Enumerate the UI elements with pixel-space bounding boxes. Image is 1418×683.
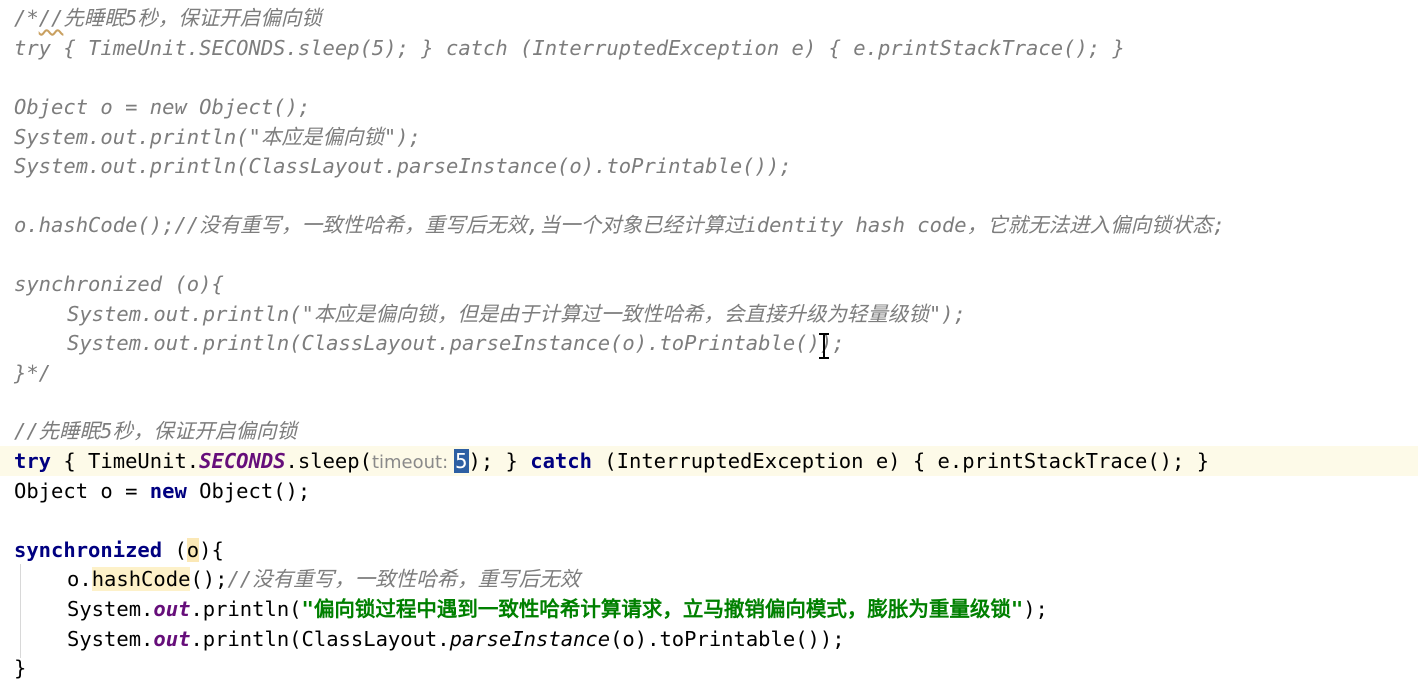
method-hashcode: hashCode — [91, 567, 191, 591]
code-text: (); — [190, 567, 228, 591]
code-text: .sleep( — [285, 449, 372, 473]
code-line-6: System.out.println(ClassLayout.parseInst… — [14, 154, 792, 178]
code-text: Object o = — [14, 479, 150, 503]
field-out: out — [153, 597, 191, 621]
code-line-22: System.out.println(ClassLayout.parseInst… — [67, 624, 845, 654]
code-text: ); } — [468, 449, 531, 473]
code-text: System. — [67, 597, 154, 621]
text-cursor-icon — [818, 332, 830, 360]
code-text: .println(ClassLayout. — [190, 627, 450, 651]
code-line-5: System.out.println("本应是偏向锁"); — [14, 125, 421, 149]
code-text: .println( — [190, 597, 302, 621]
field-out: out — [153, 627, 191, 651]
code-text: { TimeUnit. — [51, 449, 200, 473]
selected-number[interactable]: 5 — [454, 449, 469, 473]
code-line-4: Object o = new Object(); — [14, 95, 311, 119]
string-literal: "偏向锁过程中遇到一致性哈希计算请求，立马撤销偏向模式，膨胀为重量级锁" — [301, 597, 1024, 621]
block-comment-open: /* — [14, 6, 39, 30]
code-line-23: } — [14, 656, 27, 680]
keyword-synchronized: synchronized — [14, 538, 163, 562]
code-text: (o).toPrintable()); — [610, 627, 845, 651]
code-text: ){ — [199, 538, 224, 562]
keyword-catch: catch — [530, 449, 592, 473]
code-line-1: /*//先睡眠5秒，保证开启偏向锁 — [14, 3, 322, 33]
keyword-new: new — [149, 479, 187, 503]
code-line-2: try { TimeUnit.SECONDS.sleep(5); } catch… — [14, 36, 1125, 60]
code-line-19: synchronized (o){ — [14, 535, 224, 565]
code-line-11: System.out.println("本应是偏向锁，但是由于计算过一致性哈希，… — [67, 302, 966, 326]
line-comment-marker: // — [38, 6, 64, 30]
code-line-21: System.out.println("偏向锁过程中遇到一致性哈希计算请求，立马… — [67, 594, 1048, 624]
keyword-try: try — [14, 449, 52, 473]
code-line-13: }*/ — [14, 361, 52, 385]
code-text: System. — [67, 627, 154, 651]
comment-text: 先睡眠5秒，保证开启偏向锁 — [63, 6, 322, 30]
variable-o: o — [67, 567, 80, 591]
code-text: (InterruptedException e) { e.printStackT… — [591, 449, 1210, 473]
variable-o: o — [186, 538, 200, 562]
code-text: . — [79, 567, 92, 591]
code-text: ( — [162, 538, 187, 562]
field-seconds: SECONDS — [199, 449, 286, 473]
code-line-17: Object o = new Object(); — [14, 476, 310, 506]
parameter-hint: timeout: — [371, 452, 449, 473]
inline-comment: //没有重写，一致性哈希，重写后无效 — [227, 567, 581, 591]
code-line-8: o.hashCode();//没有重写，一致性哈希，重写后无效,当一个对象已经计… — [14, 213, 1225, 237]
indent-guide — [20, 564, 21, 658]
code-line-16: try { TimeUnit.SECONDS.sleep(timeout: 5);… — [14, 446, 1209, 476]
code-text: ); — [1023, 597, 1048, 621]
code-editor[interactable]: /*//先睡眠5秒，保证开启偏向锁 try { TimeUnit.SECONDS… — [0, 0, 1418, 683]
code-line-15: //先睡眠5秒，保证开启偏向锁 — [14, 419, 298, 443]
code-line-12: System.out.println(ClassLayout.parseInst… — [67, 331, 845, 355]
code-line-10: synchronized (o){ — [14, 272, 224, 296]
method-parse-instance: parseInstance — [449, 627, 611, 651]
code-text: Object(); — [186, 479, 311, 503]
code-line-20: o.hashCode();//没有重写，一致性哈希，重写后无效 — [67, 564, 580, 594]
